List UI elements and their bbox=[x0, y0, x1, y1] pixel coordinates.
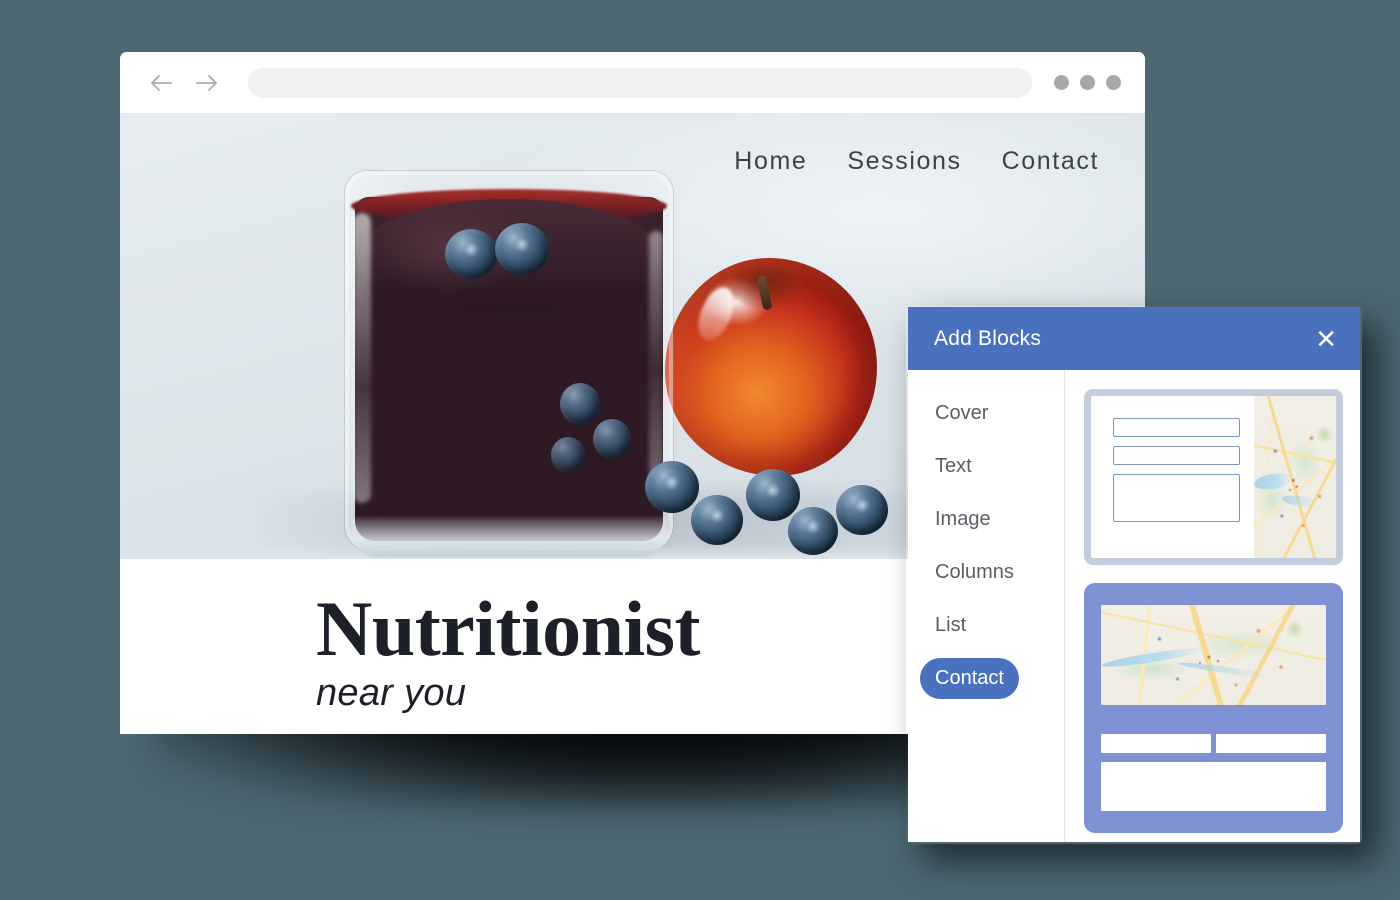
block-preview-contact-form-with-side-map[interactable] bbox=[1084, 389, 1343, 565]
map-river bbox=[1281, 494, 1317, 509]
browser-chrome bbox=[120, 52, 1145, 113]
preview-message-field bbox=[1101, 762, 1326, 811]
block-item-columns[interactable]: Columns bbox=[920, 552, 1029, 593]
panel-title: Add Blocks bbox=[934, 326, 1042, 350]
add-blocks-panel-body: Cover Text Image Columns List Contact bbox=[908, 370, 1360, 842]
block-item-list[interactable]: List bbox=[920, 605, 981, 646]
arrow-right-icon[interactable] bbox=[190, 66, 224, 100]
block-item-cover[interactable]: Cover bbox=[920, 393, 1003, 434]
url-input[interactable] bbox=[248, 67, 1032, 98]
blueberry-icon bbox=[788, 507, 838, 555]
site-nav-item-sessions[interactable]: Sessions bbox=[847, 147, 961, 176]
blueberry-icon bbox=[645, 461, 699, 513]
close-icon[interactable]: ✕ bbox=[1315, 326, 1337, 352]
map-thumbnail bbox=[1254, 396, 1336, 558]
preview-field-row bbox=[1101, 734, 1326, 753]
block-preview-list bbox=[1065, 370, 1360, 842]
add-blocks-panel: Add Blocks ✕ Cover Text Image Columns Li… bbox=[908, 307, 1360, 842]
blueberry-icon bbox=[836, 485, 888, 535]
blueberry-crown bbox=[804, 519, 822, 534]
blueberry-icon bbox=[691, 495, 743, 545]
preview-name-field bbox=[1113, 418, 1240, 437]
map-river bbox=[1254, 470, 1293, 492]
preview-email-field bbox=[1216, 734, 1326, 753]
preview-message-field bbox=[1113, 474, 1240, 522]
blueberry-crown bbox=[763, 482, 783, 499]
map-thumbnail bbox=[1101, 605, 1326, 705]
blueberry-crown bbox=[852, 498, 872, 513]
browser-menu-dots[interactable] bbox=[1054, 75, 1121, 90]
arrow-left-icon[interactable] bbox=[144, 66, 178, 100]
site-nav-item-contact[interactable]: Contact bbox=[1002, 147, 1099, 176]
block-type-list: Cover Text Image Columns List Contact bbox=[908, 370, 1065, 842]
preview-name-field bbox=[1101, 734, 1211, 753]
site-nav: Home Sessions Contact bbox=[734, 147, 1099, 176]
blueberry-crown bbox=[707, 508, 727, 523]
blueberry-crown bbox=[662, 474, 682, 491]
block-item-text[interactable]: Text bbox=[920, 446, 987, 487]
site-nav-item-home[interactable]: Home bbox=[734, 147, 807, 176]
add-blocks-panel-header: Add Blocks ✕ bbox=[908, 307, 1360, 370]
preview-email-field bbox=[1113, 446, 1240, 465]
menu-dot-icon bbox=[1080, 75, 1095, 90]
preview-form-column bbox=[1091, 396, 1254, 558]
block-preview-map-above-contact-form[interactable] bbox=[1084, 583, 1343, 833]
block-item-contact[interactable]: Contact bbox=[920, 658, 1019, 699]
block-item-image[interactable]: Image bbox=[920, 499, 1006, 540]
menu-dot-icon bbox=[1106, 75, 1121, 90]
blueberry-icon bbox=[746, 469, 800, 521]
menu-dot-icon bbox=[1054, 75, 1069, 90]
map-river bbox=[1101, 644, 1205, 671]
browser-nav-arrows bbox=[144, 66, 224, 100]
map-river bbox=[1177, 660, 1272, 680]
